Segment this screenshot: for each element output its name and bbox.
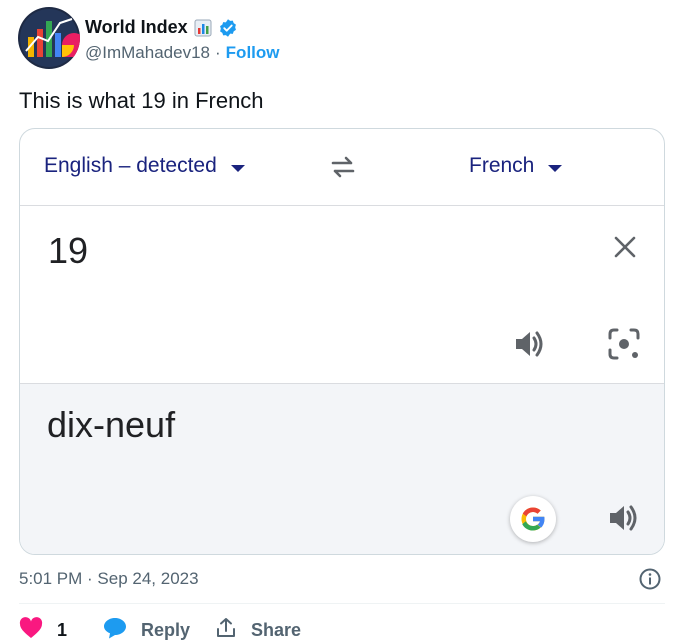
translate-card-image[interactable]: English – detected French 19 dix-neuf xyxy=(19,128,665,555)
translated-text: dix-neuf xyxy=(47,404,176,445)
reply-button[interactable]: Reply xyxy=(103,617,190,643)
author-name[interactable]: World Index xyxy=(85,17,188,38)
avatar[interactable] xyxy=(18,7,80,69)
camera-lens-icon[interactable] xyxy=(604,324,644,364)
target-language-selector[interactable]: French xyxy=(469,154,563,178)
share-upload-icon xyxy=(215,617,237,643)
heart-icon xyxy=(19,617,43,643)
share-button[interactable]: Share xyxy=(215,617,301,643)
source-language-label: English – detected xyxy=(44,154,217,177)
tweet-text: This is what 19 in French xyxy=(19,88,264,113)
tweet-timestamp[interactable]: 5:01 PM · Sep 24, 2023 xyxy=(19,569,199,589)
share-label: Share xyxy=(251,620,302,640)
swap-arrows-icon[interactable] xyxy=(325,149,361,185)
verified-badge-icon xyxy=(218,18,238,38)
reply-label: Reply xyxy=(141,620,191,640)
source-language-selector[interactable]: English – detected xyxy=(44,154,245,178)
tweet-actions: 1 Reply Share xyxy=(19,617,665,643)
close-icon[interactable] xyxy=(608,230,642,264)
dropdown-caret-icon xyxy=(548,164,563,172)
divider xyxy=(19,603,665,604)
speaker-icon[interactable] xyxy=(604,498,644,538)
bar-chart-emoji-icon xyxy=(194,19,212,37)
follow-button[interactable]: Follow xyxy=(226,43,280,63)
tweet-header: World Index @ImMahadev18 · Follow xyxy=(18,7,678,69)
author-handle[interactable]: @ImMahadev18 xyxy=(85,43,210,63)
separator-dot: · xyxy=(215,43,221,62)
dropdown-caret-icon xyxy=(230,164,245,172)
speaker-icon[interactable] xyxy=(510,324,550,364)
like-count: 1 xyxy=(57,620,68,640)
translation-area: dix-neuf xyxy=(20,383,664,554)
source-text-area[interactable]: 19 xyxy=(20,206,664,383)
info-icon[interactable] xyxy=(638,567,662,591)
source-text: 19 xyxy=(48,230,89,271)
like-button[interactable]: 1 xyxy=(19,617,67,643)
speech-bubble-icon xyxy=(103,617,127,643)
google-g-icon[interactable] xyxy=(510,496,556,542)
target-language-label: French xyxy=(469,154,535,177)
language-bar: English – detected French xyxy=(20,129,664,206)
